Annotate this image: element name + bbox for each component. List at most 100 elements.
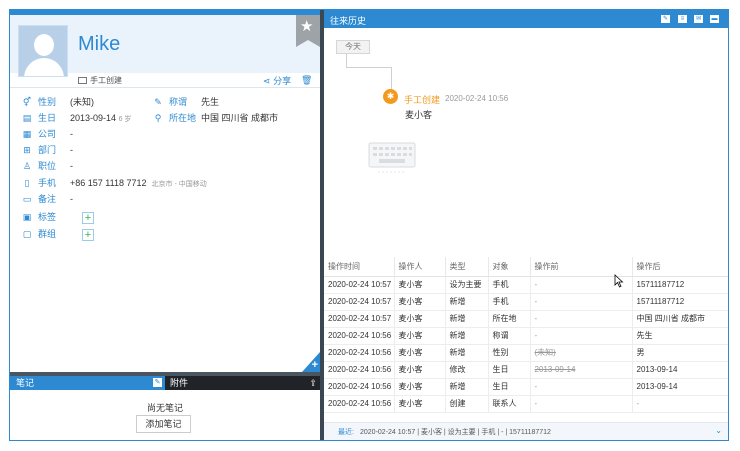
table-cell: 麦小客 (393, 276, 445, 294)
table-row[interactable]: 2020-02-24 10:56 麦小客 修改 生日 2013-09-14 2013-09… (324, 361, 728, 379)
field-value[interactable]: 中国 四川省 成都市 (201, 110, 278, 126)
table-row[interactable]: 2020-02-24 10:57 麦小客 新增 所在地 - 中国 四川省 成都市 (324, 310, 728, 328)
add-tag-button[interactable]: + (82, 212, 94, 224)
field-label: 所在地 (169, 113, 197, 123)
chat-icon[interactable]: ▬ (710, 15, 719, 23)
field-remark: ▭ 备注 - (22, 191, 162, 207)
tab-notes[interactable]: 笔记 ✎ (10, 376, 165, 390)
table-row[interactable]: 2020-02-24 10:56 麦小客 新增 生日 -2013-09-14 (324, 378, 728, 396)
field-value[interactable]: - (70, 191, 73, 207)
column-header[interactable]: 对象 (487, 257, 530, 277)
field-label: 部门 (38, 145, 57, 155)
today-chip: 今天 (336, 40, 370, 54)
field-value[interactable]: - (70, 158, 73, 174)
table-cell: - (529, 310, 632, 328)
table-cell: - (529, 293, 632, 311)
table-row[interactable]: 2020-02-24 10:56 麦小客 新增 称谓 - 先生 (324, 327, 728, 345)
field-department: ⊞ 部门 - (22, 142, 162, 158)
favorite-button[interactable]: ★ (296, 15, 320, 47)
tab-attachments[interactable]: 附件 ⇪ (165, 376, 320, 390)
timeline-event-time: 2020-02-24 10:56 (445, 94, 509, 103)
person-icon: ♙ (22, 161, 32, 171)
table-cell: 2020-02-24 10:56 (324, 378, 394, 396)
contact-panel: Mike ★ 手工创建 ⋖ 分享 🗑 ⚥ 性别 (未知) ▤ 生日 2013-0… (10, 10, 320, 440)
keyboard-icon (368, 142, 416, 173)
note-icon[interactable]: ≡ (678, 15, 687, 23)
share-button[interactable]: ⋖ 分享 (263, 74, 291, 87)
latest-label: 最近: (338, 429, 354, 436)
tab-attachments-label: 附件 (170, 378, 189, 388)
pen-icon: ✎ (154, 97, 162, 107)
chevron-down-icon[interactable]: ⌄ (715, 426, 722, 435)
building-icon: ▦ (22, 129, 32, 139)
field-value[interactable]: - (70, 126, 73, 142)
age-label: 6 岁 (118, 116, 132, 123)
table-cell: 所在地 (487, 310, 530, 328)
table-cell: 修改 (444, 361, 488, 379)
latest-activity-bar[interactable]: 最近: 2020-02-24 10:57 | 麦小客 | 设为主要 | 手机 |… (324, 422, 728, 440)
corner-add-button[interactable]: + (302, 352, 320, 372)
field-position: ♙ 职位 - (22, 158, 162, 174)
table-cell: 中国 四川省 成都市 (631, 310, 728, 328)
table-cell: 15711187712 (631, 293, 728, 311)
history-title: 往来历史 (330, 16, 367, 26)
avatar[interactable] (18, 25, 68, 77)
table-cell: 称谓 (487, 327, 530, 345)
column-header[interactable]: 操作后 (631, 257, 728, 277)
table-header-row: 操作时间 操作人 类型 对象 操作前 操作后 (324, 257, 728, 277)
field-value[interactable]: (未知) (70, 94, 94, 110)
add-group-button[interactable]: + (82, 229, 94, 241)
field-birthday: ▤ 生日 2013-09-14 6 岁 (22, 110, 162, 126)
timeline-line (346, 67, 392, 68)
table-cell: 15711187712 (631, 276, 728, 294)
contact-header: Mike ★ (10, 15, 320, 77)
plus-icon: + (311, 359, 318, 371)
table-cell: 麦小客 (393, 378, 445, 396)
monitor-icon (78, 77, 87, 84)
source-row: 手工创建 ⋖ 分享 🗑 (10, 73, 320, 88)
column-header[interactable]: 操作人 (393, 257, 445, 277)
table-cell: - (529, 327, 632, 345)
column-header[interactable]: 操作时间 (324, 257, 394, 277)
edit-icon[interactable]: ✎ (661, 15, 670, 23)
timeline-event-type[interactable]: 手工创建 (404, 93, 440, 106)
field-value[interactable]: - (70, 142, 73, 158)
app-window: Mike ★ 手工创建 ⋖ 分享 🗑 ⚥ 性别 (未知) ▤ 生日 2013-0… (9, 9, 729, 441)
contact-name: Mike (78, 33, 121, 55)
edit-icon[interactable]: ✎ (153, 378, 162, 387)
gender-icon: ⚥ (22, 97, 32, 107)
table-cell: 2013-09-14 (529, 361, 632, 379)
source-label: 手工创建 (78, 75, 122, 86)
field-label: 性别 (38, 97, 57, 107)
table-row[interactable]: 2020-02-24 10:56 麦小客 新增 性别 (未知) 男 (324, 344, 728, 362)
field-label: 公司 (38, 129, 57, 139)
table-row[interactable]: 2020-02-24 10:56 麦小客 创建 联系人 - - (324, 395, 728, 413)
folder-icon: ▢ (22, 229, 32, 239)
mouse-cursor (614, 274, 624, 288)
history-header: 往来历史 ✎ ≡ ✉ ▬ (324, 10, 728, 28)
table-cell: 设为主要 (444, 276, 488, 294)
tag-icon: ▣ (22, 212, 32, 222)
field-value[interactable]: 先生 (201, 94, 219, 110)
upload-icon[interactable]: ⇪ (309, 376, 317, 390)
field-label: 标签 (38, 212, 57, 222)
table-cell: 2020-02-24 10:57 (324, 293, 394, 311)
table-cell: 手机 (487, 293, 530, 311)
table-row[interactable]: 2020-02-24 10:57 麦小客 设为主要 手机 -15711187712 (324, 276, 728, 294)
trash-icon[interactable]: 🗑 (301, 75, 312, 86)
field-company: ▦ 公司 - (22, 126, 162, 142)
table-cell: 新增 (444, 310, 488, 328)
field-label: 备注 (38, 194, 57, 204)
table-cell: 创建 (444, 395, 488, 413)
table-cell: 2020-02-24 10:56 (324, 395, 394, 413)
pin-icon: ⚲ (154, 113, 162, 123)
table-row[interactable]: 2020-02-24 10:57 麦小客 新增 手机 -15711187712 (324, 293, 728, 311)
field-label: 群组 (38, 229, 57, 239)
table-cell: 先生 (631, 327, 728, 345)
org-icon: ⊞ (23, 145, 31, 155)
add-note-button[interactable]: 添加笔记 (136, 415, 191, 433)
field-location: ⚲ 所在地 中国 四川省 成都市 (153, 110, 313, 126)
column-header[interactable]: 类型 (444, 257, 488, 277)
mail-icon[interactable]: ✉ (694, 15, 703, 23)
timeline-event-user: 麦小客 (405, 110, 433, 120)
